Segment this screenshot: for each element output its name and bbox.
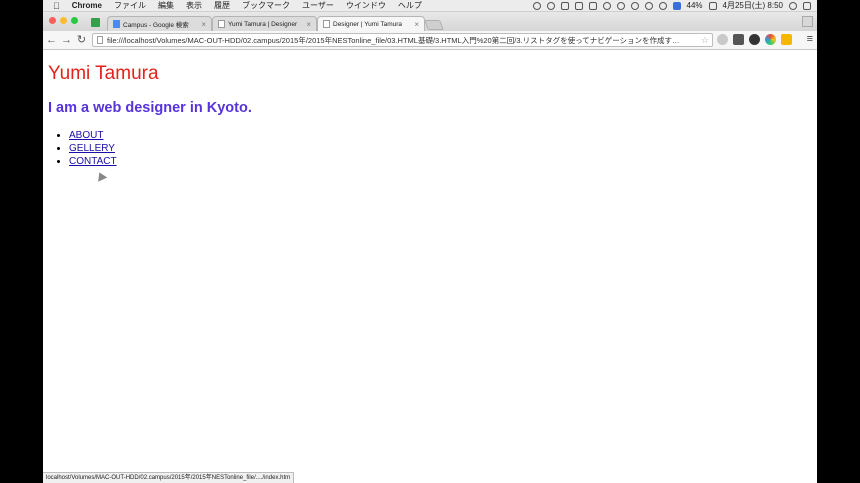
nav-item-about: ABOUT — [69, 129, 117, 142]
extension-icons — [717, 34, 792, 45]
tray-record-icon[interactable] — [546, 1, 555, 10]
back-icon[interactable]: ← — [45, 31, 58, 49]
menu-window[interactable]: ウインドウ — [346, 0, 386, 11]
address-url[interactable]: file:///localhost/Volumes/MAC-OUT-HDD/02… — [107, 35, 698, 46]
menu-file[interactable]: ファイル — [114, 0, 146, 11]
status-bar: localhost/Volumes/MAC-OUT-HDD/02.campus/… — [43, 472, 295, 483]
time-machine-icon[interactable] — [616, 1, 625, 10]
profile-icon[interactable] — [802, 16, 813, 27]
menu-history[interactable]: 履歴 — [214, 0, 230, 11]
mouse-cursor-icon — [94, 170, 108, 182]
extension-icon[interactable] — [717, 34, 728, 45]
tab-close-icon[interactable]: × — [414, 20, 419, 29]
tab-active-designer[interactable]: Designer | Yumi Tamura × — [317, 16, 425, 31]
menu-view[interactable]: 表示 — [186, 0, 202, 11]
tray-airplay-icon[interactable] — [560, 1, 569, 10]
address-bar[interactable]: file:///localhost/Volumes/MAC-OUT-HDD/02… — [92, 33, 713, 47]
menu-help[interactable]: ヘルプ — [398, 0, 422, 11]
macos-menu-bar:  Chrome ファイル 編集 表示 履歴 ブックマーク ユーザー ウインドウ… — [43, 0, 817, 12]
dropbox-icon[interactable] — [574, 1, 583, 10]
evernote-icon[interactable] — [733, 34, 744, 45]
page-favicon-icon — [218, 20, 225, 28]
tab-designer[interactable]: Yumi Tamura | Designer × — [212, 16, 317, 31]
google-favicon-icon — [113, 20, 120, 28]
clock[interactable]: 4月25日(土) 8:50 — [723, 0, 783, 11]
nav-item-gellery: GELLERY — [69, 142, 117, 155]
page-content: Yumi Tamura I am a web designer in Kyoto… — [43, 50, 817, 483]
tray-cast-icon[interactable] — [588, 1, 597, 10]
tray-circle-icon[interactable] — [602, 1, 611, 10]
nav-item-contact: CONTACT — [69, 155, 117, 168]
navigation-list: ABOUT GELLERY CONTACT — [43, 129, 117, 168]
notification-center-icon[interactable] — [803, 1, 811, 10]
menu-bookmarks[interactable]: ブックマーク — [242, 0, 290, 11]
spotlight-icon[interactable] — [789, 1, 797, 10]
zoom-window-button[interactable] — [71, 17, 78, 24]
input-method-icon[interactable] — [672, 1, 681, 10]
page-title: Yumi Tamura — [48, 63, 159, 84]
battery-icon[interactable] — [708, 1, 717, 10]
tab-title: Campus - Google 検索 — [123, 22, 189, 29]
minimize-window-button[interactable] — [60, 17, 67, 24]
volume-icon[interactable] — [644, 1, 653, 10]
close-window-button[interactable] — [49, 17, 56, 24]
nav-link-about[interactable]: ABOUT — [69, 130, 103, 141]
tray-status-icon[interactable] — [532, 1, 541, 10]
browser-toolbar: ← → ↻ file:///localhost/Volumes/MAC-OUT-… — [43, 31, 817, 50]
apps-icon[interactable] — [91, 18, 100, 27]
extension-yellow-icon[interactable] — [781, 34, 792, 45]
page-favicon-icon — [323, 20, 330, 28]
extension-dark-icon[interactable] — [749, 34, 760, 45]
nav-link-gellery[interactable]: GELLERY — [69, 143, 115, 154]
tab-strip: Campus - Google 検索 × Yumi Tamura | Desig… — [43, 12, 817, 31]
menu-bar-tray: 44% 4月25日(土) 8:50 — [532, 0, 817, 11]
bookmark-star-icon[interactable]: ☆ — [701, 35, 709, 46]
battery-percent[interactable]: 44% — [687, 1, 703, 10]
tab-title: Yumi Tamura | Designer — [228, 20, 298, 28]
tab-google-search[interactable]: Campus - Google 検索 × — [107, 16, 212, 31]
chrome-menu-icon[interactable]: ≡ — [807, 33, 813, 45]
nav-link-contact[interactable]: CONTACT — [69, 156, 117, 167]
bluetooth-icon[interactable] — [630, 1, 639, 10]
menu-app-name[interactable]: Chrome — [72, 1, 102, 10]
menu-edit[interactable]: 編集 — [158, 0, 174, 11]
tab-close-icon[interactable]: × — [201, 20, 206, 29]
apple-menu-icon[interactable]:  — [53, 1, 60, 11]
menu-user[interactable]: ユーザー — [302, 0, 334, 11]
page-subtitle: I am a web designer in Kyoto. — [48, 100, 252, 116]
color-picker-icon[interactable] — [765, 34, 776, 45]
browser-window: Campus - Google 検索 × Yumi Tamura | Desig… — [43, 12, 817, 483]
wifi-icon[interactable] — [658, 1, 667, 10]
reload-icon[interactable]: ↻ — [75, 31, 88, 49]
new-tab-button[interactable] — [424, 20, 444, 30]
forward-icon[interactable]: → — [60, 31, 73, 49]
tab-title: Designer | Yumi Tamura — [333, 20, 403, 28]
page-info-icon[interactable] — [97, 36, 103, 44]
tab-close-icon[interactable]: × — [306, 20, 311, 29]
